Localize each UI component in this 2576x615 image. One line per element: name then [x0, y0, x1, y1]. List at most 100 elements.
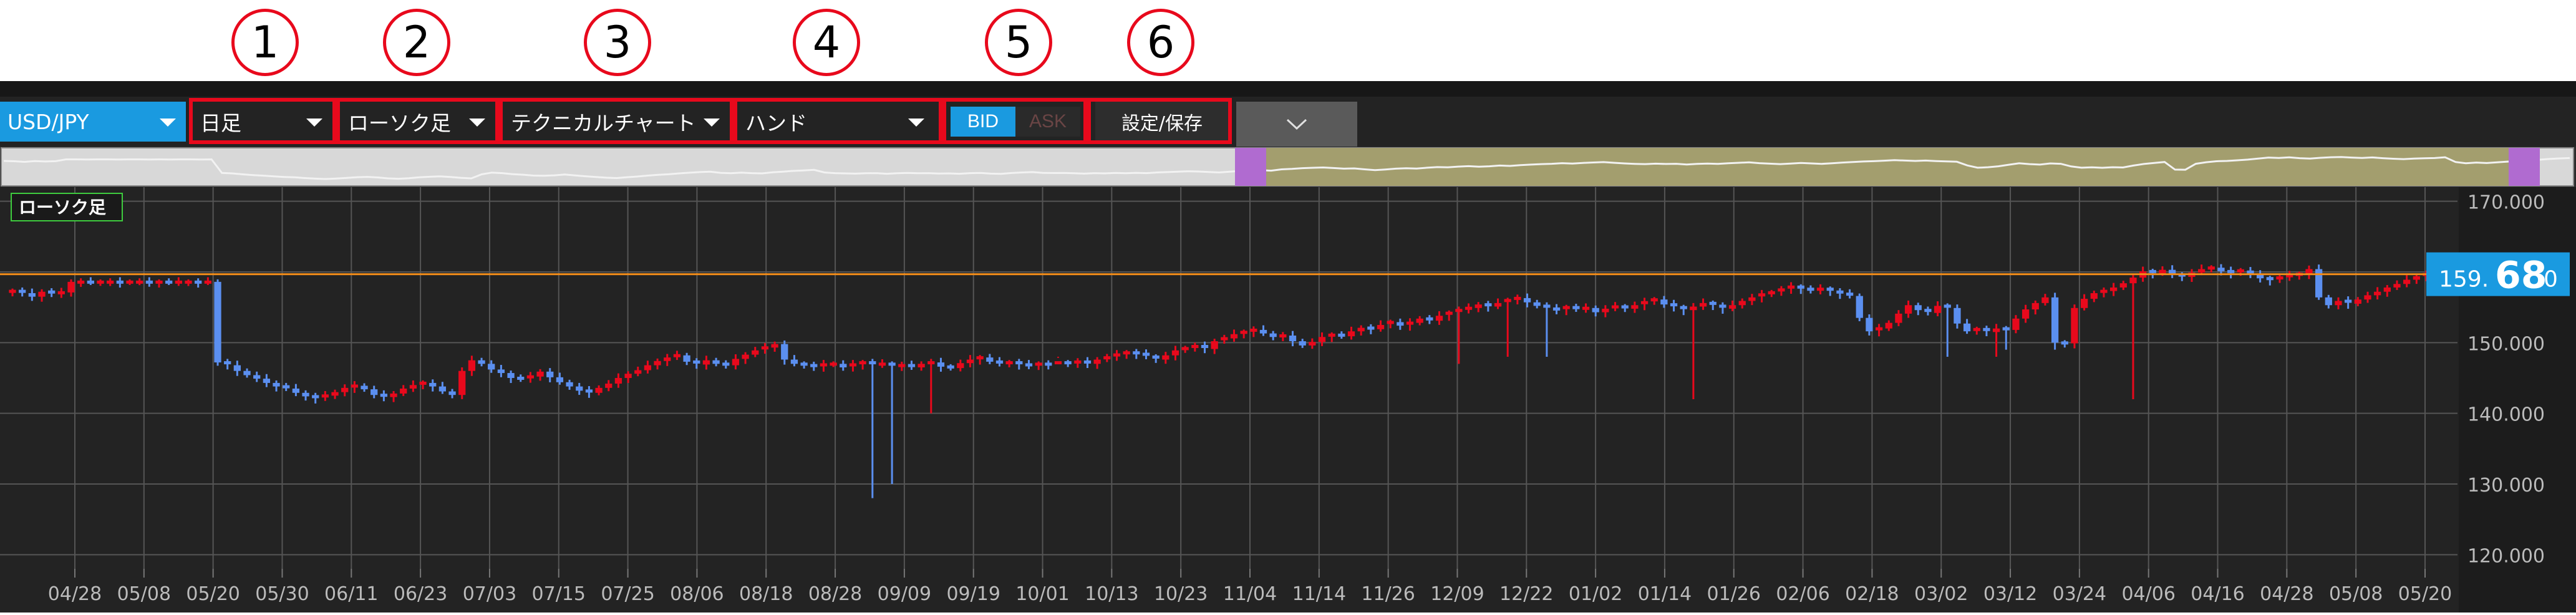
candle-body [1523, 298, 1531, 303]
candle-body [1445, 311, 1453, 315]
range-navigator[interactable] [0, 147, 2576, 187]
y-tick-label: 150.000 [2467, 333, 2545, 355]
candlestick-chart[interactable]: 04/28 05/08 05/20 05/30 06/11 06/23 07/03 07/15… [0, 187, 2576, 613]
candle-body [1856, 296, 1863, 318]
candle-body [712, 360, 720, 364]
candle-body [302, 392, 309, 397]
candle-body [77, 280, 85, 284]
x-tick-label: 08/06 [670, 583, 724, 605]
annotation-area: 1 2 3 4 5 6 [0, 0, 2576, 81]
candle-body [800, 362, 808, 366]
candle-body [2276, 276, 2283, 280]
candle-body [644, 365, 652, 370]
x-tick-label: 11/14 [1292, 583, 1346, 605]
navigator-overview [1, 147, 2574, 186]
candle-body [1465, 306, 1473, 310]
candle-body [1328, 333, 1335, 337]
candle-body [976, 356, 984, 360]
candle-body [1533, 302, 1541, 306]
candle-body [195, 280, 202, 284]
app-top-strip [0, 81, 2576, 97]
expand-toolbar-button[interactable] [1236, 102, 1357, 147]
price-chart[interactable]: 04/28 05/08 05/20 05/30 06/11 06/23 07/03 07/15… [0, 187, 2576, 613]
candle-body [576, 386, 583, 391]
candle-body [1162, 355, 1169, 360]
symbol-dropdown[interactable]: USD/JPY [0, 102, 186, 142]
candle-body [1562, 306, 1570, 309]
candle-body [214, 281, 221, 363]
badge-prefix: 159. [2439, 267, 2489, 293]
callout-3: 3 [584, 9, 651, 76]
candle-body [614, 378, 622, 384]
candle-body [1455, 309, 1463, 312]
candle-body [2237, 269, 2244, 273]
candle-body [2197, 269, 2206, 273]
candle-body [2061, 341, 2068, 345]
candle-body [947, 365, 954, 369]
candle-body [2374, 291, 2381, 296]
badge-suffix: 0 [2544, 267, 2558, 293]
candle-body [233, 365, 241, 371]
candle-body [1474, 304, 1482, 308]
x-tick-label: 11/26 [1361, 583, 1415, 605]
candle-body [781, 344, 788, 360]
candle-body [859, 361, 866, 365]
candle-body [556, 377, 564, 382]
candle-body [1992, 328, 2000, 332]
candle-body [820, 363, 828, 367]
candle-body [175, 280, 182, 284]
x-tick-label: 12/09 [1430, 583, 1484, 605]
x-tick-label: 04/28 [2260, 583, 2313, 605]
candle-body [1221, 337, 1228, 341]
candle-body [224, 361, 231, 365]
candle-body [1885, 322, 1892, 329]
candle-body [2090, 293, 2098, 299]
chart-toolbar: USD/JPY 日足 ローソク足 テクニカルチャート ハンド BID ASK 設… [0, 97, 2576, 147]
candle-body [263, 379, 271, 383]
candle-body [2051, 297, 2059, 343]
candle-body [595, 387, 603, 393]
candle-body [331, 392, 339, 396]
candle-body [38, 291, 46, 297]
candle-body [664, 357, 671, 361]
candle-body [253, 375, 261, 379]
candle-body [995, 360, 1004, 364]
range-right-handle[interactable] [2509, 148, 2540, 186]
candle-body [204, 280, 212, 284]
candle-body [1406, 321, 1414, 325]
callout-5: 5 [985, 9, 1052, 76]
candle-body [97, 280, 104, 284]
candle-body [1602, 308, 1609, 312]
candle-body [1171, 350, 1179, 356]
candle-body [2413, 276, 2420, 280]
candle-body [1954, 308, 1961, 324]
candle-body [1836, 290, 1844, 294]
candle-body [87, 280, 94, 284]
candle-body [634, 370, 642, 374]
candle-body [1309, 342, 1316, 346]
candle-body [1113, 353, 1121, 357]
candle-body [2217, 268, 2225, 271]
candle-body [1484, 303, 1492, 307]
candle-body [1728, 305, 1736, 309]
candle-body [126, 280, 133, 284]
x-tick-label: 06/11 [324, 583, 378, 605]
candle-body [1054, 361, 1062, 365]
x-tick-label: 08/18 [739, 583, 793, 605]
candle-body [1005, 361, 1013, 365]
legend-label: ローソク足 [19, 197, 106, 218]
x-tick-label: 09/09 [878, 583, 931, 605]
x-tick-label: 05/08 [2329, 583, 2383, 605]
candle-body [1416, 318, 1423, 323]
candle-body [1699, 303, 1707, 307]
candle-body [370, 389, 378, 395]
candle-body [1494, 303, 1502, 307]
candle-body [702, 360, 710, 365]
candle-body [1259, 329, 1267, 334]
candle-body [2012, 318, 2020, 330]
candle-body [1269, 333, 1277, 337]
candle-body [1064, 361, 1072, 365]
range-left-handle[interactable] [1235, 148, 1266, 186]
candle-body [790, 359, 798, 364]
candle-body [1778, 288, 1785, 292]
